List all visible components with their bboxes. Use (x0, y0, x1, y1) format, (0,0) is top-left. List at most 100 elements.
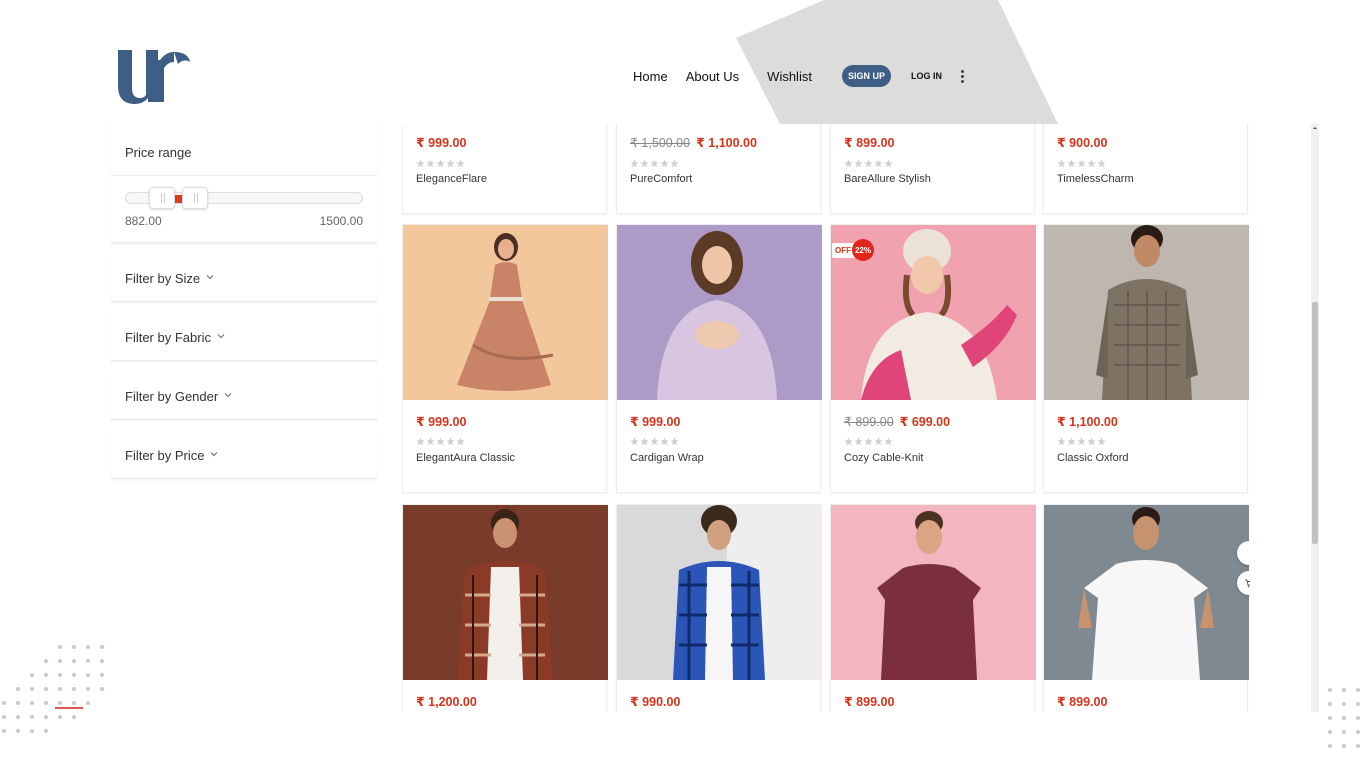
price-range-slider-area: 882.00 1500.00 (111, 176, 377, 242)
product-name: BareAllure Stylish (844, 173, 931, 185)
nav-about-link[interactable]: About Us (686, 69, 739, 84)
price-range-panel: Price range 882.00 1500.00 (111, 124, 377, 243)
product-card[interactable]: ₹ 1,200.00 (402, 504, 608, 712)
product-card[interactable]: ₹ 900.00 TimelessCharm (1043, 124, 1248, 214)
decorative-dots-right (1328, 688, 1360, 748)
product-card[interactable]: OFF 22% ₹ 899.00 ₹ 699.00 Cozy Cable-Knit (830, 224, 1036, 493)
star-icon (630, 437, 639, 446)
rating-stars (630, 159, 679, 168)
decorative-red-line (55, 707, 83, 709)
product-image-white-tshirt[interactable] (1044, 505, 1249, 680)
star-icon (436, 159, 445, 168)
star-icon (436, 437, 445, 446)
product-price: ₹ 899.00 (1057, 695, 1108, 709)
star-icon (1067, 437, 1076, 446)
product-card[interactable]: ₹ 990.00 (616, 504, 822, 712)
rating-stars (1057, 159, 1106, 168)
page-scrollbar[interactable] (1311, 124, 1319, 712)
price-slider-min-handle[interactable] (148, 187, 175, 209)
product-name: Classic Oxford (1057, 452, 1129, 464)
product-grid: ₹ 999.00 EleganceFlare ₹ 1,500.00 ₹ 1,100… (402, 124, 1250, 712)
filter-size-label: Filter by Size (125, 271, 201, 286)
star-icon (1087, 437, 1096, 446)
product-card[interactable]: ₹ 899.00 (1043, 504, 1250, 712)
star-icon (640, 437, 649, 446)
star-icon (426, 159, 435, 168)
star-icon (1057, 437, 1066, 446)
star-icon (670, 437, 679, 446)
product-price: ₹ 1,100.00 (1057, 415, 1118, 429)
product-price: ₹ 990.00 (630, 695, 681, 709)
chevron-down-icon (224, 393, 232, 398)
star-icon (446, 437, 455, 446)
price-range-title: Price range (111, 124, 377, 176)
star-icon (650, 159, 659, 168)
product-price: ₹ 999.00 (630, 415, 681, 429)
star-icon (844, 159, 853, 168)
decorative-dots-left (2, 645, 104, 733)
filter-gender-toggle[interactable]: Filter by Gender (111, 374, 377, 420)
filter-price-toggle[interactable]: Filter by Price (111, 433, 377, 479)
product-price: ₹ 899.00 (844, 136, 895, 150)
filter-gender-label: Filter by Gender (125, 389, 219, 404)
product-card[interactable]: ₹ 999.00 Cardigan Wrap (616, 224, 822, 493)
product-card[interactable]: ₹ 899.00 BareAllure Stylish (830, 124, 1035, 214)
star-icon (854, 159, 863, 168)
star-icon (864, 437, 873, 446)
filter-sidebar: Price range 882.00 1500.00 Filter by Siz… (111, 124, 377, 479)
star-icon (844, 437, 853, 446)
star-icon (854, 437, 863, 446)
price-slider-max-handle[interactable] (182, 187, 209, 209)
kebab-menu-icon[interactable] (960, 69, 966, 83)
ur-logo-icon[interactable] (116, 46, 196, 108)
star-icon (416, 159, 425, 168)
star-icon (660, 159, 669, 168)
star-icon (1087, 159, 1096, 168)
filter-fabric-toggle[interactable]: Filter by Fabric (111, 315, 377, 361)
login-button[interactable]: LOG IN (911, 71, 942, 81)
product-image-dress[interactable] (403, 225, 608, 400)
product-name: Cozy Cable-Knit (844, 452, 924, 464)
rating-stars (1057, 437, 1106, 446)
product-image-cardigan[interactable] (617, 225, 822, 400)
product-image-oxford-shirt[interactable] (1044, 225, 1249, 400)
product-image-maroon-tshirt[interactable] (831, 505, 1036, 680)
star-icon (630, 159, 639, 168)
signup-button[interactable]: SIGN UP (841, 65, 891, 87)
cart-icon (1245, 579, 1250, 588)
nav-home-link[interactable]: Home (633, 69, 668, 84)
product-name: EleganceFlare (416, 173, 487, 185)
product-card[interactable]: ₹ 999.00 ElegantAura Classic (402, 224, 608, 493)
product-image-blue-plaid-shirt[interactable] (617, 505, 822, 680)
star-icon (1097, 437, 1106, 446)
rating-stars (844, 437, 893, 446)
product-card[interactable]: ₹ 1,500.00 ₹ 1,100.00 PureComfort (616, 124, 821, 214)
star-icon (1067, 159, 1076, 168)
scroll-up-arrow-icon[interactable] (1311, 124, 1319, 132)
product-card[interactable]: ₹ 899.00 (830, 504, 1036, 712)
star-icon (416, 437, 425, 446)
star-icon (446, 159, 455, 168)
filter-fabric-label: Filter by Fabric (125, 330, 211, 345)
star-icon (884, 437, 893, 446)
star-icon (1077, 437, 1086, 446)
chevron-down-icon (211, 452, 218, 457)
price-range-max-value: 1500.00 (319, 214, 363, 228)
product-card[interactable]: ₹ 999.00 EleganceFlare (402, 124, 607, 214)
star-icon (884, 159, 893, 168)
rating-stars (844, 159, 893, 168)
product-card[interactable]: ₹ 1,100.00 Classic Oxford (1043, 224, 1249, 493)
product-price: ₹ 899.00 (844, 695, 895, 709)
product-price: ₹ 999.00 (416, 136, 467, 150)
product-price: ₹ 899.00 ₹ 699.00 (844, 415, 951, 429)
scrollbar-thumb[interactable] (1312, 302, 1318, 544)
product-price: ₹ 1,200.00 (416, 695, 477, 709)
nav-wishlist-link[interactable]: Wishlist (767, 69, 812, 84)
star-icon (650, 437, 659, 446)
star-icon (456, 437, 465, 446)
rating-stars (416, 437, 465, 446)
product-image-flannel-shirt[interactable] (403, 505, 608, 680)
discount-badge: OFF 22% (832, 239, 874, 261)
filter-size-toggle[interactable]: Filter by Size (111, 256, 377, 302)
top-navigation: Home About Us Wishlist SIGN UP LOG IN (633, 64, 966, 88)
